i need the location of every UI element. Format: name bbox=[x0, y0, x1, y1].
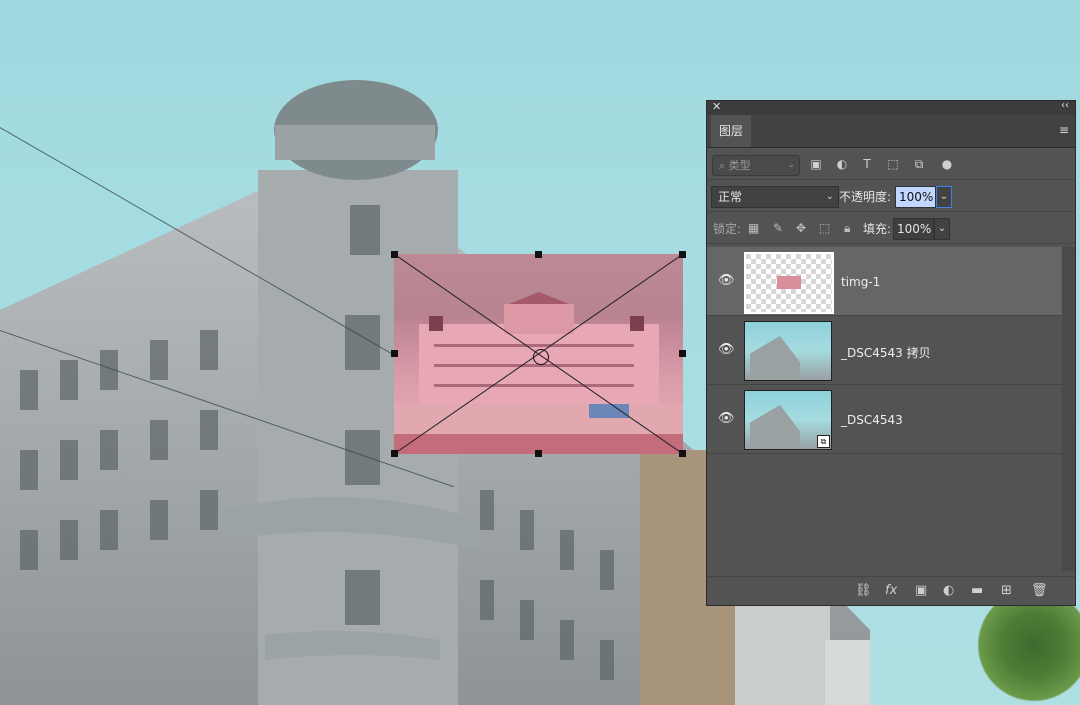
filter-toggle-icon[interactable]: ● bbox=[940, 157, 954, 171]
chevron-down-icon: ⌄ bbox=[825, 191, 834, 202]
layer-row[interactable]: 👁︎ _DSC4543 拷贝 bbox=[707, 316, 1062, 385]
type-filter-icon[interactable]: T bbox=[860, 157, 874, 171]
thumbnail-building bbox=[750, 405, 800, 449]
lock-row: 锁定: ▦ ✎ ✥ ⬚ 🔒︎ 填充: 100% ⌄ bbox=[707, 212, 1075, 244]
opacity-dropdown-icon[interactable]: ⌄ bbox=[936, 186, 952, 208]
trees bbox=[965, 605, 1080, 705]
new-layer-icon[interactable]: ⊞ bbox=[1001, 583, 1012, 598]
fill-dropdown-icon[interactable]: ⌄ bbox=[934, 218, 950, 240]
lock-transparent-icon[interactable]: ▦ bbox=[748, 221, 759, 235]
filter-row: ⌕ 类型 ⌄ ▣ ◐ T ⬚ ⧉ ● bbox=[707, 148, 1075, 180]
layer-thumbnail bbox=[744, 252, 834, 314]
blend-mode-select[interactable]: 正常 ⌄ bbox=[711, 186, 839, 208]
panel-titlebar: ✕ ‹‹ bbox=[707, 100, 1075, 115]
fill-label: 填充: bbox=[863, 222, 892, 236]
panel-footer: ⛓ fx ▣ ◐ ▬ ⊞ 🗑︎ bbox=[707, 576, 1075, 605]
transform-handle-bl[interactable] bbox=[391, 450, 398, 457]
opacity-input[interactable]: 100% bbox=[895, 186, 936, 208]
visibility-eye-icon[interactable]: 👁︎ bbox=[718, 273, 735, 288]
lock-all-icon[interactable]: 🔒︎ bbox=[844, 221, 850, 236]
pixel-filter-icon[interactable]: ▣ bbox=[809, 157, 823, 171]
blend-row: 正常 ⌄ 不透明度: 100% ⌄ bbox=[707, 180, 1075, 212]
fx-icon[interactable]: fx bbox=[885, 583, 897, 598]
transform-handle-bm[interactable] bbox=[535, 450, 542, 457]
fill-input[interactable]: 100% bbox=[893, 218, 934, 240]
lock-label: 锁定: bbox=[713, 222, 742, 236]
blend-mode-value: 正常 bbox=[718, 190, 743, 204]
transform-handle-mr[interactable] bbox=[679, 350, 686, 357]
layer-filter-select[interactable]: ⌕ 类型 ⌄ bbox=[712, 155, 800, 176]
layer-row[interactable]: 👁︎ ⧉ _DSC4543 bbox=[707, 385, 1062, 454]
reference-point-icon[interactable] bbox=[533, 349, 549, 365]
lock-artboard-icon[interactable]: ⬚ bbox=[819, 221, 830, 235]
adjustment-filter-icon[interactable]: ◐ bbox=[835, 157, 849, 171]
layers-panel: ✕ ‹‹ 图层 ≡ ⌕ 类型 ⌄ ▣ ◐ T ⬚ ⧉ ● 正常 ⌄ 不透明度: 1… bbox=[706, 100, 1076, 606]
trash-icon[interactable]: 🗑︎ bbox=[1031, 583, 1048, 598]
layers-scrollbar[interactable] bbox=[1062, 247, 1075, 571]
thumbnail-image bbox=[777, 276, 801, 289]
chevron-down-icon: ⌄ bbox=[787, 160, 795, 170]
smart-object-badge-icon: ⧉ bbox=[817, 435, 830, 448]
transform-handle-ml[interactable] bbox=[391, 350, 398, 357]
collapse-icon[interactable]: ‹‹ bbox=[1061, 100, 1069, 111]
transform-handle-tr[interactable] bbox=[679, 251, 686, 258]
opacity-label: 不透明度: bbox=[839, 190, 892, 204]
thumbnail-building bbox=[750, 336, 800, 380]
lock-brush-icon[interactable]: ✎ bbox=[773, 221, 783, 235]
transform-handle-tl[interactable] bbox=[391, 251, 398, 258]
panel-tabbar: 图层 ≡ bbox=[707, 115, 1075, 148]
layer-list: 👁︎ timg-1 👁︎ _DSC4543 拷贝 👁︎ ⧉ _DSC4543 bbox=[707, 247, 1075, 571]
shape-filter-icon[interactable]: ⬚ bbox=[886, 157, 900, 171]
transform-handle-tm[interactable] bbox=[535, 251, 542, 258]
layer-name[interactable]: timg-1 bbox=[841, 275, 880, 289]
close-icon[interactable]: ✕ bbox=[712, 100, 721, 113]
layer-name[interactable]: _DSC4543 bbox=[841, 413, 903, 427]
layer-thumbnail: ⧉ bbox=[744, 390, 832, 450]
visibility-eye-icon[interactable]: 👁︎ bbox=[718, 342, 735, 357]
transform-handle-br[interactable] bbox=[679, 450, 686, 457]
filter-placeholder: 类型 bbox=[728, 159, 751, 172]
tab-layers[interactable]: 图层 bbox=[711, 115, 751, 147]
lock-position-icon[interactable]: ✥ bbox=[796, 221, 806, 235]
smart-object-filter-icon[interactable]: ⧉ bbox=[912, 157, 926, 171]
new-group-icon[interactable]: ▬ bbox=[971, 583, 983, 598]
layer-row[interactable]: 👁︎ timg-1 bbox=[707, 247, 1062, 316]
visibility-eye-icon[interactable]: 👁︎ bbox=[718, 411, 735, 426]
link-layers-icon[interactable]: ⛓ bbox=[855, 583, 872, 598]
layer-thumbnail bbox=[744, 321, 832, 381]
panel-menu-icon[interactable]: ≡ bbox=[1059, 123, 1069, 137]
add-mask-icon[interactable]: ▣ bbox=[915, 583, 927, 598]
layer-name[interactable]: _DSC4543 拷贝 bbox=[841, 344, 931, 361]
adjustment-layer-icon[interactable]: ◐ bbox=[943, 583, 954, 598]
search-icon: ⌕ bbox=[719, 159, 729, 172]
